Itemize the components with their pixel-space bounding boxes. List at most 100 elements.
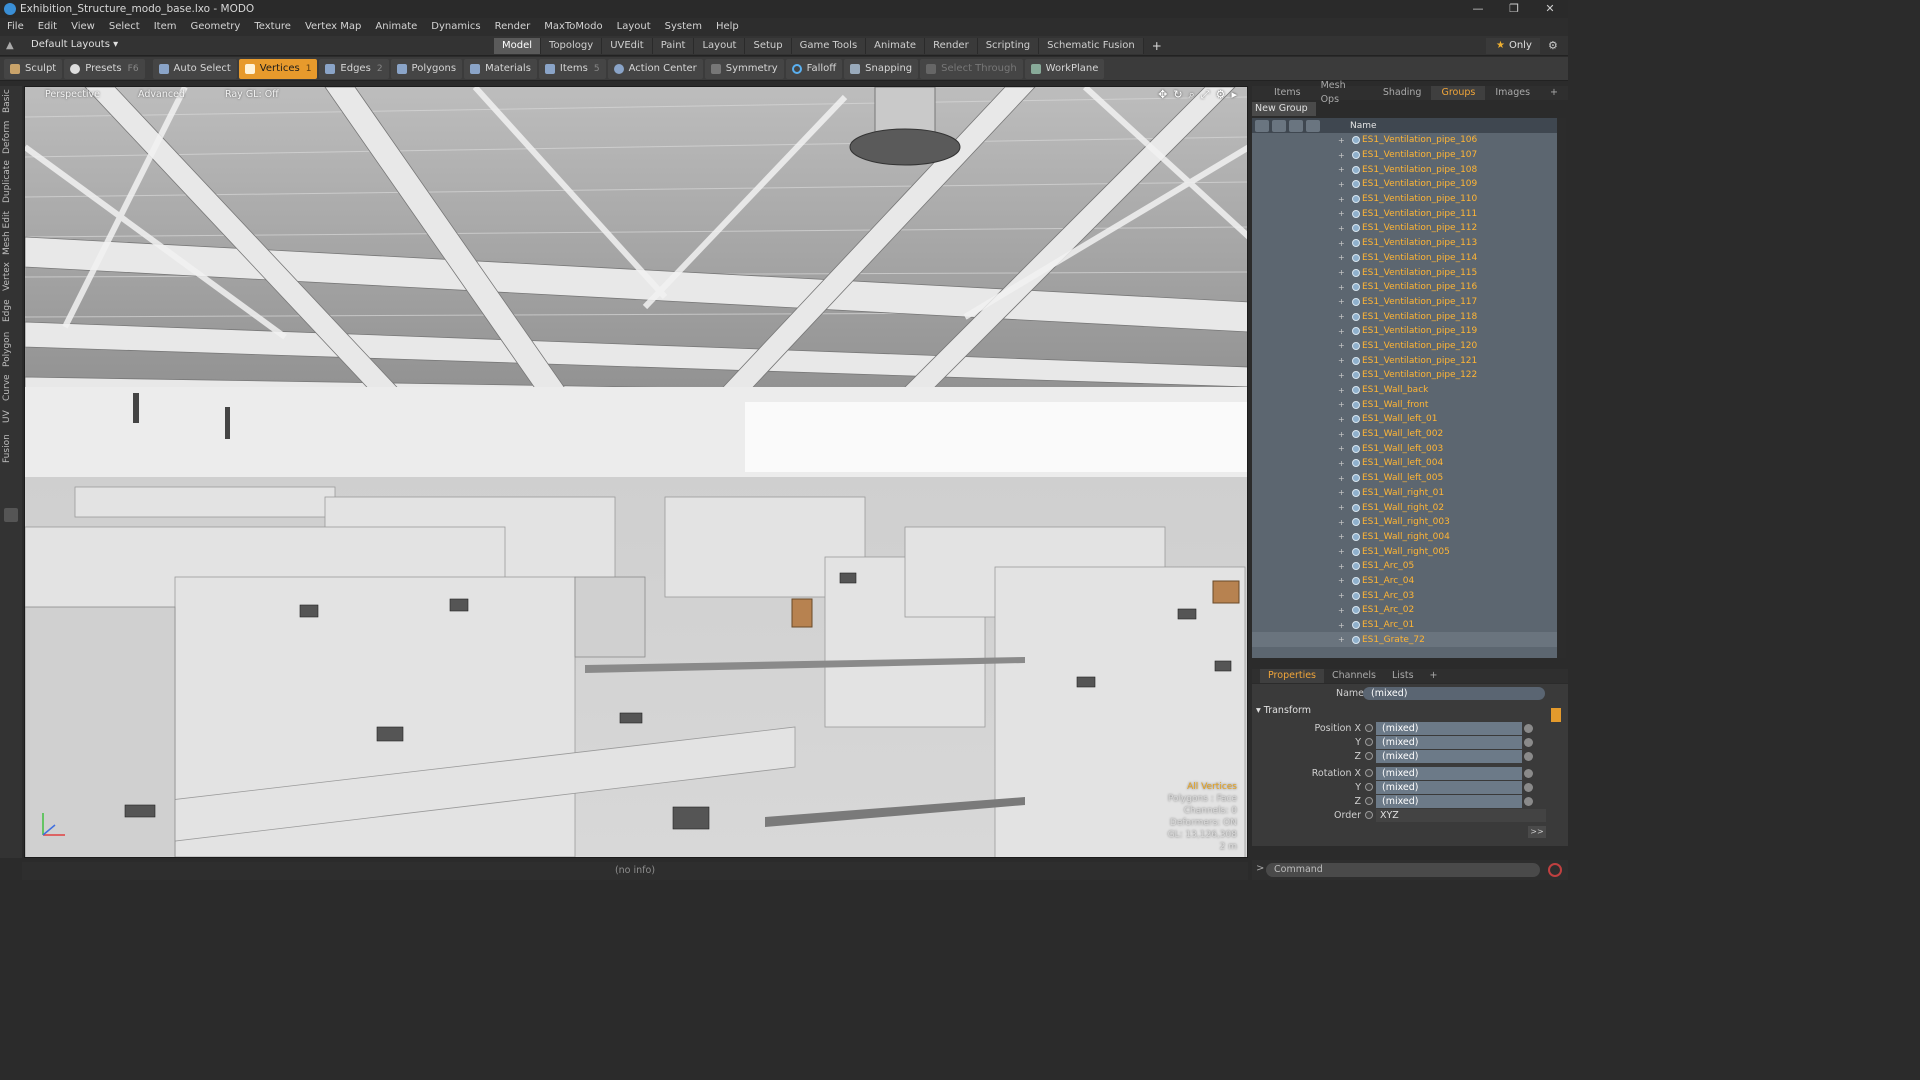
expand-icon[interactable]: + (1338, 444, 1345, 453)
list-item[interactable]: + ES1_Wall_front (1252, 397, 1557, 412)
list-item[interactable]: + ES1_Ventilation_pipe_106 (1252, 133, 1557, 148)
menu-select[interactable]: Select (102, 18, 147, 36)
record-icon[interactable] (1548, 863, 1562, 877)
expand-icon[interactable]: + (1338, 606, 1345, 615)
expand-icon[interactable]: + (1338, 151, 1345, 160)
tab-channels[interactable]: Channels (1324, 669, 1384, 683)
pan-icon[interactable]: ✥ (1158, 88, 1167, 102)
expand-icon[interactable]: + (1338, 180, 1345, 189)
tab-properties[interactable]: Properties (1260, 669, 1325, 683)
action-center-button[interactable]: Action Center (607, 58, 703, 79)
list-item[interactable]: + ES1_Wall_right_003 (1252, 515, 1557, 530)
menu-system[interactable]: System (658, 18, 709, 36)
expand-icon[interactable]: + (1338, 488, 1345, 497)
list-item[interactable]: + ES1_Wall_back (1252, 383, 1557, 398)
expand-icon[interactable]: + (1338, 562, 1345, 571)
vtab-mesh-edit[interactable]: Mesh Edit (2, 210, 18, 256)
list-item[interactable]: + ES1_Ventilation_pipe_116 (1252, 280, 1557, 295)
keyframe-icon[interactable] (1524, 724, 1533, 733)
expand-icon[interactable]: + (1338, 621, 1345, 630)
vtab-deform[interactable]: Deform (2, 120, 18, 154)
only-button[interactable]: ★ Only (1486, 38, 1540, 54)
zoom-icon[interactable]: ⌕ (1189, 88, 1195, 102)
tab-scripting[interactable]: Scripting (977, 38, 1040, 54)
items-button[interactable]: Items 5 (538, 58, 606, 79)
list-item[interactable]: + ES1_Ventilation_pipe_121 (1252, 353, 1557, 368)
menu-view[interactable]: View (64, 18, 102, 36)
menu-texture[interactable]: Texture (247, 18, 298, 36)
expand-icon[interactable]: + (1338, 635, 1345, 644)
tab-items[interactable]: Items (1264, 86, 1311, 100)
shading-mode-label[interactable]: Advanced (138, 89, 185, 100)
tab-render[interactable]: Render (925, 38, 978, 54)
menu-animate[interactable]: Animate (368, 18, 424, 36)
rotation-z-field[interactable]: (mixed) (1376, 795, 1522, 808)
select-through-button[interactable]: Select Through (920, 58, 1023, 79)
layout-preset-dropdown[interactable]: Default Layouts ▾ (31, 39, 118, 50)
expand-icon[interactable]: + (1338, 430, 1345, 439)
position-x-field[interactable]: (mixed) (1376, 722, 1522, 735)
expand-icon[interactable]: + (1338, 547, 1345, 556)
vtab-edge[interactable]: Edge (2, 298, 18, 324)
expand-icon[interactable]: + (1338, 283, 1345, 292)
channel-dot-icon[interactable] (1365, 738, 1373, 746)
list-item[interactable]: + ES1_Ventilation_pipe_115 (1252, 265, 1557, 280)
ray-gl-label[interactable]: Ray GL: Off (225, 89, 279, 100)
menu-item[interactable]: Item (147, 18, 184, 36)
list-item[interactable]: + ES1_Wall_left_005 (1252, 471, 1557, 486)
list-item[interactable]: + ES1_Arc_03 (1252, 588, 1557, 603)
properties-scrollbar-thumb[interactable] (1551, 708, 1561, 722)
expand-icon[interactable]: + (1338, 371, 1345, 380)
tab-mesh-ops[interactable]: Mesh Ops (1311, 79, 1373, 107)
list-item[interactable]: + ES1_Grate_72 (1252, 632, 1557, 648)
tab-topology[interactable]: Topology (541, 38, 603, 54)
list-item[interactable]: + ES1_Arc_04 (1252, 574, 1557, 589)
tab-shading[interactable]: Shading (1373, 86, 1432, 100)
expand-icon[interactable]: + (1338, 209, 1345, 218)
keyframe-icon[interactable] (1524, 752, 1533, 761)
order-dropdown[interactable]: XYZ (1376, 809, 1546, 822)
list-item[interactable]: + ES1_Ventilation_pipe_107 (1252, 148, 1557, 163)
menu-dynamics[interactable]: Dynamics (424, 18, 487, 36)
tab-setup[interactable]: Setup (745, 38, 792, 54)
expand-icon[interactable]: + (1338, 474, 1345, 483)
channel-dot-icon[interactable] (1365, 811, 1373, 819)
presets-button[interactable]: Presets F6 (64, 58, 145, 79)
expand-icon[interactable]: + (1338, 341, 1345, 350)
snapping-button[interactable]: Snapping (844, 58, 919, 79)
expand-icon[interactable]: + (1338, 356, 1345, 365)
vertices-button[interactable]: Vertices 1 (238, 58, 318, 79)
rotate-icon[interactable]: ↻ (1173, 88, 1182, 102)
select-column-icon[interactable] (1306, 119, 1320, 132)
list-item[interactable]: + ES1_Ventilation_pipe_113 (1252, 236, 1557, 251)
symmetry-button[interactable]: Symmetry (704, 58, 784, 79)
lock-column-icon[interactable] (1289, 119, 1303, 132)
vtab-polygon[interactable]: Polygon (2, 330, 18, 368)
vtab-basic[interactable]: Basic (2, 88, 18, 114)
channel-dot-icon[interactable] (1365, 724, 1373, 732)
keyframe-icon[interactable] (1524, 769, 1533, 778)
list-item[interactable]: + ES1_Wall_right_01 (1252, 486, 1557, 501)
list-item[interactable]: + ES1_Ventilation_pipe_112 (1252, 221, 1557, 236)
channel-dot-icon[interactable] (1365, 797, 1373, 805)
expand-icon[interactable]: + (1338, 253, 1345, 262)
add-tab-icon[interactable]: + (1144, 38, 1170, 54)
channel-dot-icon[interactable] (1365, 783, 1373, 791)
expand-icon[interactable]: + (1338, 532, 1345, 541)
new-group-button[interactable]: New Group (1252, 102, 1316, 116)
list-item[interactable]: + ES1_Arc_01 (1252, 618, 1557, 633)
gear-icon[interactable]: ⚙ (1548, 39, 1558, 52)
chevron-right-icon[interactable]: > (1256, 863, 1264, 874)
keyframe-icon[interactable] (1524, 783, 1533, 792)
expand-icon[interactable]: + (1338, 415, 1345, 424)
position-z-field[interactable]: (mixed) (1376, 750, 1522, 763)
menu-render[interactable]: Render (488, 18, 538, 36)
visibility-column-icon[interactable] (1255, 119, 1269, 132)
list-item[interactable]: + ES1_Arc_05 (1252, 559, 1557, 574)
name-field[interactable]: (mixed) (1363, 687, 1545, 700)
tab-lists[interactable]: Lists (1384, 669, 1422, 683)
edges-button[interactable]: Edges 2 (319, 58, 389, 79)
expand-icon[interactable]: + (1338, 459, 1345, 468)
expand-icon[interactable]: + (1338, 239, 1345, 248)
expand-icon[interactable]: + (1338, 224, 1345, 233)
